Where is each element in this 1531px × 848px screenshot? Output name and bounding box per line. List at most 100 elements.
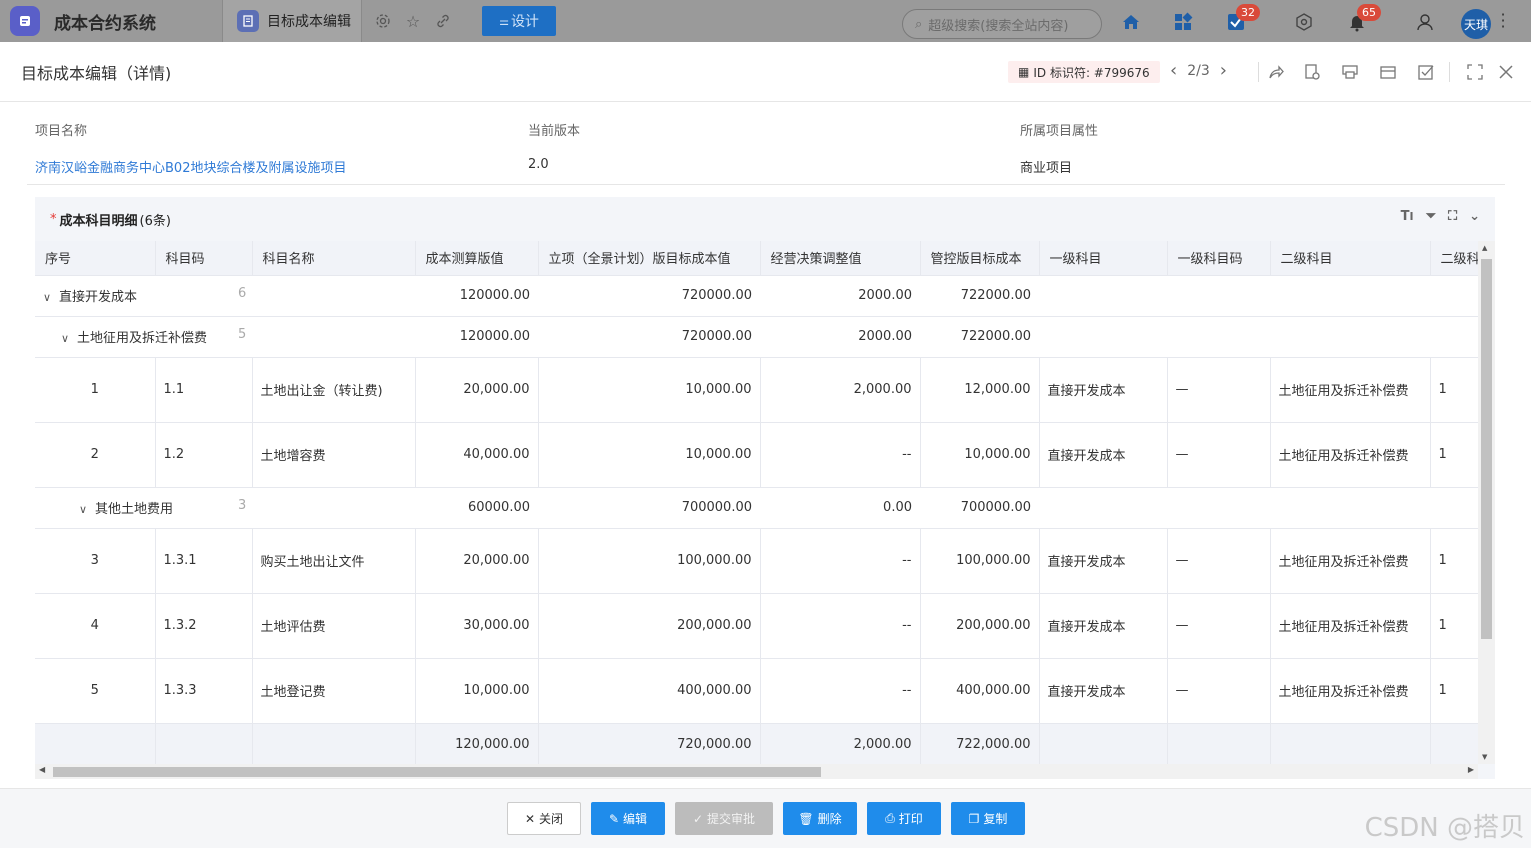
- cell: 直接开发成本: [1039, 422, 1168, 488]
- report-icon[interactable]: [1300, 60, 1324, 84]
- table-row[interactable]: 2 1.2 土地增容费 40,000.00 10,000.00 -- 10,00…: [35, 422, 1478, 488]
- settings-icon[interactable]: [368, 6, 398, 36]
- chevron-down-icon[interactable]: ∨: [79, 503, 91, 516]
- cell: [1039, 275, 1478, 317]
- cell-code: 1.3.2: [155, 593, 253, 659]
- action-footer: ✕ 关闭 ✎ 编辑 ✓ 提交审批 🗑 删除 ⎙ 打印 ❐ 复制 CSDN @搭贝: [0, 788, 1531, 848]
- cell: 1: [1430, 528, 1478, 594]
- delete-button[interactable]: 🗑 删除: [783, 802, 857, 835]
- scroll-up-icon[interactable]: ▲: [1482, 244, 1487, 252]
- app-logo-icon[interactable]: [10, 6, 40, 36]
- tasks-badge: 32: [1236, 4, 1260, 21]
- cell: [35, 723, 156, 764]
- scroll-thumb[interactable]: [53, 767, 821, 777]
- vertical-scrollbar[interactable]: ▲ ▼: [1478, 241, 1495, 764]
- col-header[interactable]: 经营决策调整值: [760, 241, 921, 276]
- group-row[interactable]: ∨ 直接开发成本 6 120000.00 720000.00 2000.00 72…: [35, 275, 1478, 317]
- design-button[interactable]: ⚌ 设计: [482, 6, 556, 36]
- cell: 10,000.00: [415, 658, 539, 724]
- filter-icon[interactable]: ⏷: [1426, 209, 1436, 224]
- group-name: 其他土地费用: [95, 502, 174, 517]
- col-header[interactable]: 科目名称: [252, 241, 416, 276]
- design-icon: ⚌: [499, 14, 509, 28]
- apps-grid-icon[interactable]: [1169, 8, 1197, 36]
- total-cell: 722,000.00: [920, 723, 1040, 764]
- chevron-down-icon[interactable]: ⌄: [1469, 209, 1480, 224]
- scroll-down-icon[interactable]: ▼: [1482, 753, 1487, 761]
- user-profile-icon[interactable]: [1411, 8, 1439, 36]
- close-icon: ✕: [524, 811, 536, 826]
- col-header[interactable]: 成本测算版值: [415, 241, 539, 276]
- edit-button[interactable]: ✎ 编辑: [591, 802, 665, 835]
- required-mark: *: [50, 211, 57, 227]
- cell: [1039, 487, 1478, 529]
- cell: 直接开发成本: [1039, 528, 1168, 594]
- project-name-link[interactable]: 济南汉峪金融商务中心B02地块综合楼及附属设施项目: [35, 157, 346, 176]
- close-icon[interactable]: [1494, 60, 1518, 84]
- bell-icon[interactable]: 65: [1343, 4, 1381, 36]
- id-chip[interactable]: ▦ ID 标识符: #799676: [1008, 61, 1160, 83]
- cell-seq: 3: [35, 528, 156, 594]
- col-header[interactable]: 一级科目码: [1167, 241, 1271, 276]
- check-square-icon[interactable]: [1414, 60, 1438, 84]
- cell: 1: [1430, 658, 1478, 724]
- table-row[interactable]: 4 1.3.2 土地评估费 30,000.00 200,000.00 -- 20…: [35, 593, 1478, 659]
- version-value: 2.0: [528, 157, 549, 172]
- star-icon[interactable]: ☆: [398, 6, 428, 36]
- col-header[interactable]: 二级科目: [1270, 241, 1431, 276]
- chevron-down-icon[interactable]: ∨: [61, 332, 73, 345]
- scroll-right-icon[interactable]: ▶: [1468, 765, 1474, 774]
- chevron-down-icon[interactable]: ∨: [43, 291, 55, 304]
- detail-panel: 目标成本编辑（详情) ▦ ID 标识符: #799676 ‹ 2/3 › 项目名…: [0, 42, 1531, 848]
- group-row[interactable]: ∨ 其他土地费用 3 60000.00 700000.00 0.00 700000…: [35, 487, 1478, 529]
- submit-approval-button[interactable]: ✓ 提交审批: [675, 802, 773, 835]
- group-name: 土地征用及拆迁补偿费: [77, 331, 208, 346]
- notifications-badge: 65: [1357, 4, 1381, 21]
- group-name-cell: ∨ 直接开发成本 6: [35, 275, 415, 317]
- print-button[interactable]: ⎙ 打印: [867, 802, 941, 835]
- horizontal-scrollbar[interactable]: ◀ ▶: [35, 764, 1478, 779]
- tasks-icon[interactable]: 32: [1222, 4, 1260, 36]
- page-title: 目标成本编辑（详情): [21, 63, 172, 83]
- copy-button[interactable]: ❐ 复制: [951, 802, 1025, 835]
- col-header[interactable]: 序号: [35, 241, 156, 276]
- col-header[interactable]: 管控版目标成本: [920, 241, 1040, 276]
- next-record-icon[interactable]: ›: [1220, 60, 1227, 81]
- trash-icon: 🗑: [798, 811, 814, 826]
- table-row[interactable]: 5 1.3.3 土地登记费 10,000.00 400,000.00 -- 40…: [35, 658, 1478, 724]
- table-row[interactable]: 1 1.1 土地出让金（转让费) 20,000.00 10,000.00 2,0…: [35, 357, 1478, 423]
- section-header: * 成本科目明细 (6条) TI ⏷ ⛶ ⌄: [35, 197, 1495, 241]
- col-header[interactable]: 二级科: [1430, 241, 1478, 276]
- cost-table-wrapper: 序号 科目码 科目名称 成本测算版值 立项（全景计划）版目标成本值 经营决策调整…: [35, 241, 1478, 764]
- document-icon: [237, 10, 259, 32]
- more-vertical-icon[interactable]: · · ·: [1498, 7, 1508, 35]
- col-header[interactable]: 立项（全景计划）版目标成本值: [538, 241, 761, 276]
- scroll-thumb[interactable]: [1481, 259, 1492, 639]
- avatar[interactable]: 天琪: [1461, 9, 1491, 39]
- col-header[interactable]: 科目码: [155, 241, 253, 276]
- table-row[interactable]: 3 1.3.1 购买土地出让文件 20,000.00 100,000.00 --…: [35, 528, 1478, 594]
- edit-label: 编辑: [623, 812, 648, 826]
- scroll-left-icon[interactable]: ◀: [39, 765, 45, 774]
- font-size-icon[interactable]: TI: [1401, 209, 1414, 224]
- close-label: 关闭: [539, 812, 564, 826]
- share-icon[interactable]: [1264, 60, 1288, 84]
- tab-target-cost-edit[interactable]: 目标成本编辑: [223, 0, 361, 42]
- cell: --: [760, 422, 921, 488]
- cell: [1039, 316, 1478, 358]
- cell: 400,000.00: [920, 658, 1040, 724]
- link-icon[interactable]: [428, 6, 458, 36]
- expand-icon[interactable]: ⛶: [1448, 209, 1457, 224]
- shield-icon[interactable]: [1290, 8, 1318, 36]
- prev-record-icon[interactable]: ‹: [1170, 60, 1177, 81]
- cost-table: 序号 科目码 科目名称 成本测算版值 立项（全景计划）版目标成本值 经营决策调整…: [35, 241, 1478, 764]
- global-search-input[interactable]: ⌕ 超级搜索(搜索全站内容): [902, 9, 1102, 39]
- fullscreen-icon[interactable]: [1463, 60, 1487, 84]
- print-settings-icon[interactable]: [1338, 60, 1362, 84]
- close-button[interactable]: ✕ 关闭: [507, 802, 581, 835]
- group-row[interactable]: ∨ 土地征用及拆迁补偿费 5 120000.00 720000.00 2000.0…: [35, 316, 1478, 358]
- col-header[interactable]: 一级科目: [1039, 241, 1168, 276]
- calendar-icon[interactable]: [1376, 60, 1400, 84]
- cell-name: 土地出让金（转让费): [252, 357, 416, 423]
- home-icon[interactable]: [1117, 8, 1145, 36]
